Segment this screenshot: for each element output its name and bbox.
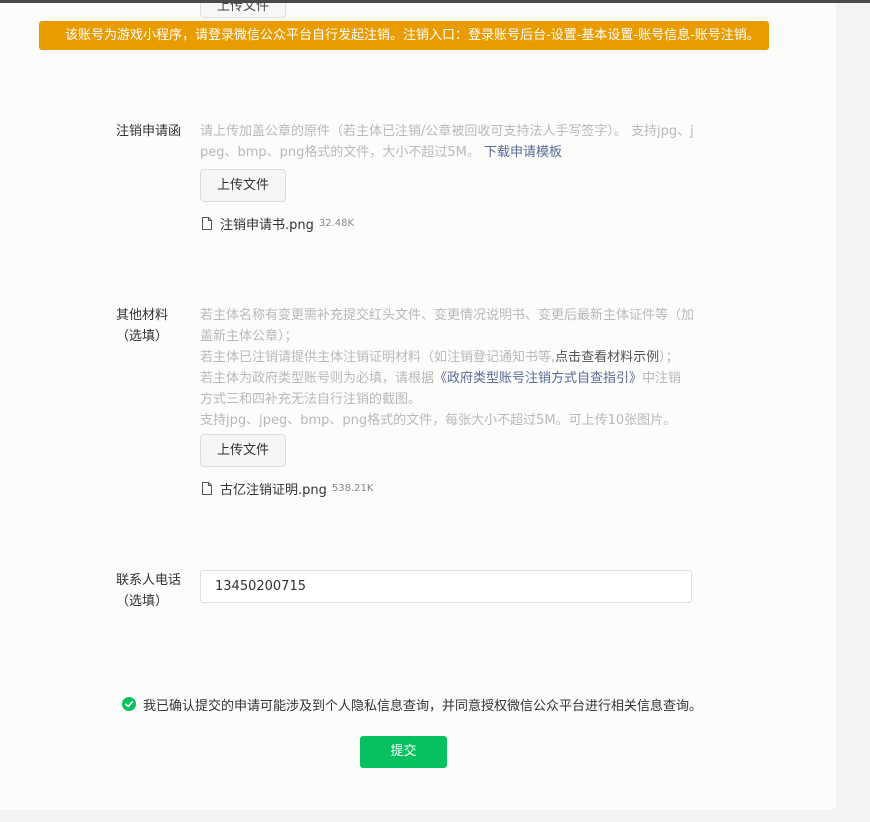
file-icon (202, 216, 212, 230)
other-materials-file-name: 古亿注销证明.png (220, 482, 327, 498)
warning-banner: 该账号为游戏小程序，请登录微信公众平台自行发起注销。注销入口：登录账号后台-设置… (39, 21, 769, 50)
other-materials-help-line4: 支持jpg、jpeg、bmp、png格式的文件，每张大小不超过5M。可上传10张… (200, 413, 677, 428)
submit-button[interactable]: 提交 (360, 736, 447, 768)
contact-phone-input[interactable] (200, 570, 692, 603)
consent-text: 我已确认提交的申请可能涉及到个人隐私信息查询，并同意授权微信公众平台进行相关信息… (143, 698, 703, 714)
form-card: 上传文件 该账号为游戏小程序，请登录微信公众平台自行发起注销。注销入口：登录账号… (0, 3, 836, 810)
application-letter-upload-button[interactable]: 上传文件 (200, 169, 286, 202)
application-letter-file[interactable]: 注销申请书.png 32.48K (202, 213, 354, 233)
other-materials-label: 其他材料（选填） (116, 308, 169, 344)
other-materials-help-line3: 若主体为政府类型账号则为必填，请根据《政府类型账号注销方式自查指引》中注销方式三… (200, 368, 694, 410)
contact-phone-label: 联系人电话（选填） (116, 573, 182, 609)
other-materials-help-line2-prefix: 若主体已注销请提供主体注销证明材料（如注销登记通知书等, (200, 350, 556, 365)
other-materials-help-line3-prefix: 若主体为政府类型账号则为必填，请根据 (200, 371, 435, 386)
download-template-link[interactable]: 下载申请模板 (484, 145, 562, 160)
other-materials-file-size: 538.21K (331, 482, 374, 494)
government-guide-link[interactable]: 《政府类型账号注销方式自查指引》 (434, 371, 642, 386)
view-sample-link[interactable]: 点击查看材料示例 (555, 350, 659, 365)
previous-upload-button[interactable]: 上传文件 (200, 3, 286, 18)
previous-upload-label: 上传文件 (216, 3, 269, 14)
application-letter-file-name: 注销申请书.png (220, 217, 314, 233)
application-letter-help-text: 请上传加盖公章的原件（若主体已注销/公章被回收可支持法人手写签字）。 支持jpg… (200, 124, 694, 160)
other-materials-help-line2-suffix: ）； (659, 350, 679, 365)
application-letter-label: 注销申请函 (116, 124, 182, 139)
consent-row[interactable]: 我已确认提交的申请可能涉及到个人隐私信息查询，并同意授权微信公众平台进行相关信息… (122, 694, 702, 714)
application-letter-file-size: 32.48K (318, 217, 355, 229)
file-icon (202, 481, 212, 495)
check-circle-icon[interactable] (122, 697, 136, 711)
other-materials-file[interactable]: 古亿注销证明.png 538.21K (202, 478, 373, 498)
other-materials-help-line2: 若主体已注销请提供主体注销证明材料（如注销登记通知书等,点击查看材料示例）； (200, 347, 694, 368)
other-materials-help: 若主体名称有变更需补充提交红头文件、变更情况说明书、变更后最新主体证件等（加盖新… (200, 305, 694, 431)
application-letter-help: 请上传加盖公章的原件（若主体已注销/公章被回收可支持法人手写签字）。 支持jpg… (200, 121, 694, 163)
other-materials-help-line1: 若主体名称有变更需补充提交红头文件、变更情况说明书、变更后最新主体证件等（加盖新… (200, 308, 695, 344)
other-materials-upload-button[interactable]: 上传文件 (200, 434, 286, 467)
